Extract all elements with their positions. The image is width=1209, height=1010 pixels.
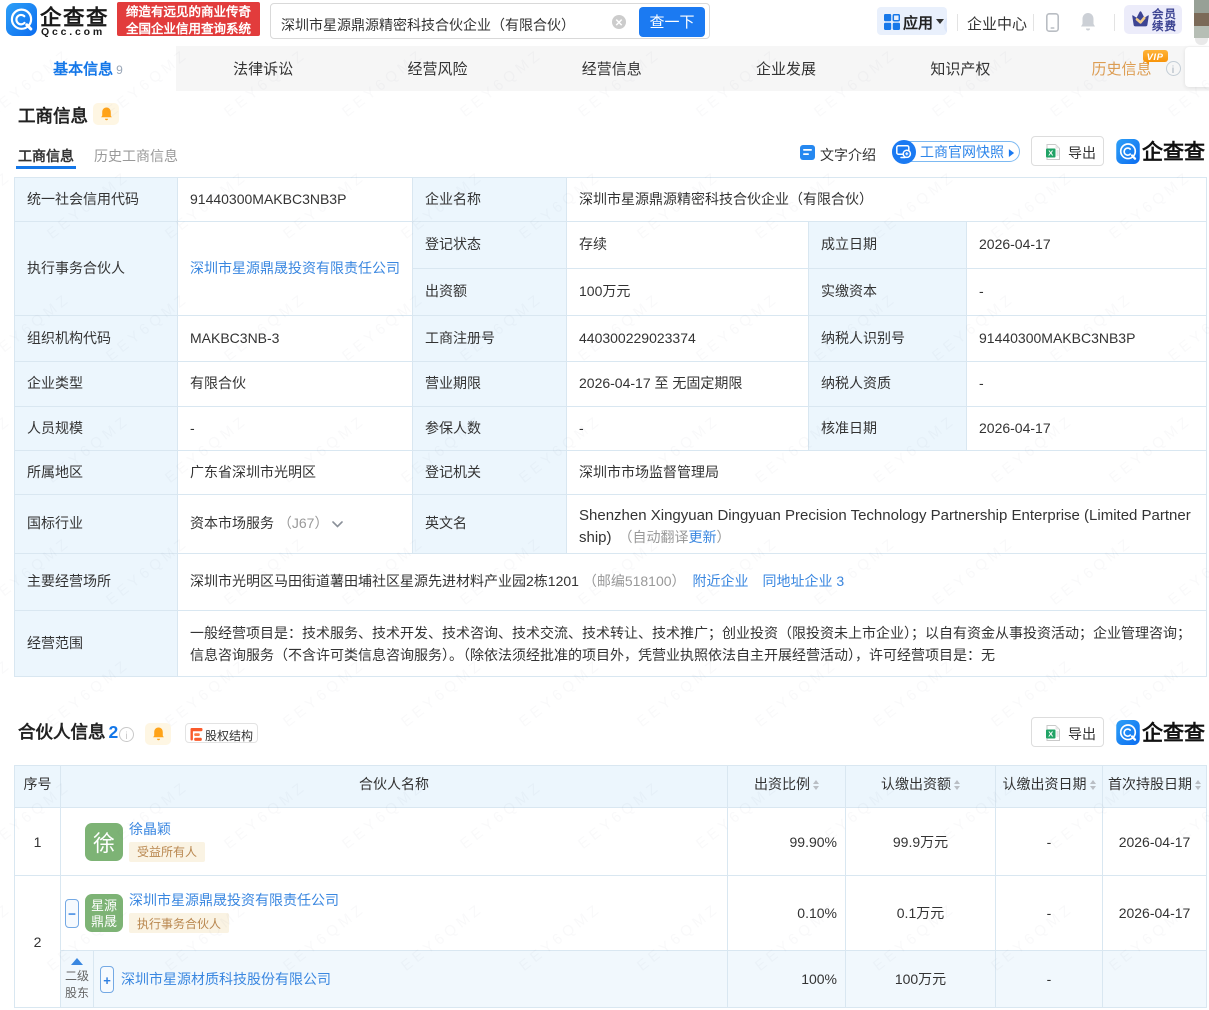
- svg-text:X: X: [1048, 730, 1053, 739]
- svg-text:X: X: [1048, 149, 1053, 158]
